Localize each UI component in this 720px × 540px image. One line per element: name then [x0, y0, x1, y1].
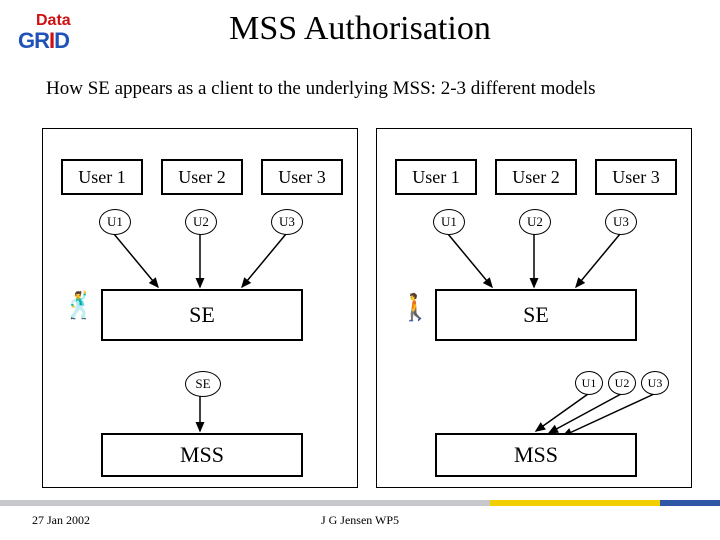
user-id-2: U2 [185, 209, 217, 235]
mss-box-left: MSS [101, 433, 303, 477]
user-id-1: U1 [99, 209, 131, 235]
se-out-u2: U2 [608, 371, 636, 395]
se-out-u1: U1 [575, 371, 603, 395]
burdened-person-icon: 🚶 [399, 295, 431, 321]
se-box-right: SE [435, 289, 637, 341]
footer-rule-blue [660, 500, 720, 506]
user-box-1b: User 1 [395, 159, 477, 195]
footer-author: J G Jensen WP5 [0, 513, 720, 528]
user-box-3b: User 3 [595, 159, 677, 195]
user-id-3b: U3 [605, 209, 637, 235]
se-box-left: SE [101, 289, 303, 341]
slide-subtitle: How SE appears as a client to the underl… [46, 78, 596, 100]
user-box-3: User 3 [261, 159, 343, 195]
model-panel-left: User 1 User 2 User 3 U1 U2 U3 🕺💃 SE SE M… [42, 128, 358, 488]
se-out-u3: U3 [641, 371, 669, 395]
user-box-2b: User 2 [495, 159, 577, 195]
slide: Data GRID MSS Authorisation How SE appea… [0, 0, 720, 540]
user-box-2: User 2 [161, 159, 243, 195]
mss-box-right: MSS [435, 433, 637, 477]
user-box-1: User 1 [61, 159, 143, 195]
user-id-3: U3 [271, 209, 303, 235]
user-id-2b: U2 [519, 209, 551, 235]
model-panel-right: User 1 User 2 User 3 U1 U2 U3 🚶 SE U1 U2… [376, 128, 692, 488]
user-id-1b: U1 [433, 209, 465, 235]
slide-title: MSS Authorisation [0, 10, 720, 48]
se-id-left: SE [185, 371, 221, 397]
